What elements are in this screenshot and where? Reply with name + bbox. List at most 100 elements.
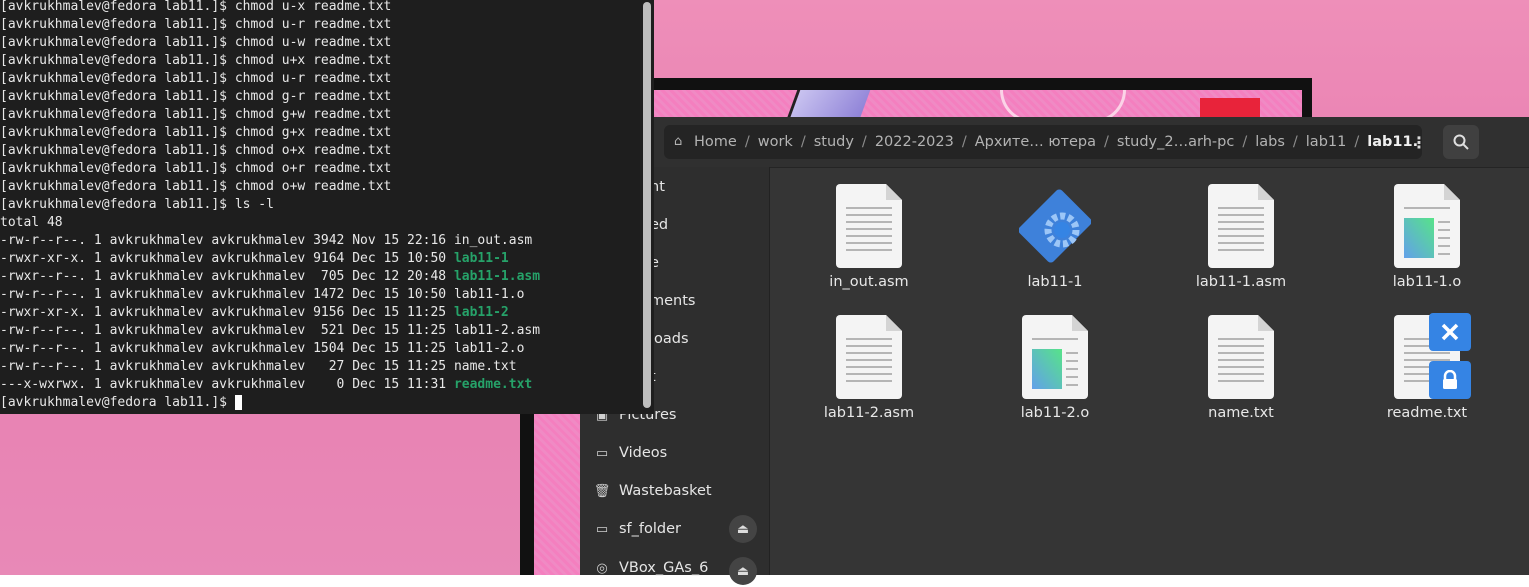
text-file-icon: [1208, 184, 1274, 268]
terminal-command-line: [avkrukhmalev@fedora lab11.]$ chmod o+r …: [0, 160, 540, 178]
listing-row: -rwxr-xr-x. 1 avkrukhmalev avkrukhmalev …: [0, 304, 540, 322]
prompt: [avkrukhmalev@fedora lab11.]$: [0, 89, 235, 104]
listing-filename: lab11-1.asm: [453, 269, 541, 284]
prompt: [avkrukhmalev@fedora lab11.]$: [0, 0, 235, 14]
listing-filename: lab11-1: [453, 251, 509, 266]
breadcrumb-home[interactable]: ⌂ Home: [664, 134, 745, 150]
breadcrumb-repo[interactable]: study_2…arh-pc: [1109, 134, 1242, 150]
listing-filename: lab11-2: [453, 305, 509, 320]
listing-meta: -rw-r--r--. 1 avkrukhmalev avkrukhmalev …: [0, 287, 454, 302]
file-item-lab11-1-o[interactable]: lab11-1.o: [1341, 184, 1491, 304]
listing-row: ---x-wxrwx. 1 avkrukhmalev avkrukhmalev …: [0, 376, 540, 394]
terminal-command-line: [avkrukhmalev@fedora lab11.]$ chmod u-r …: [0, 16, 540, 34]
command: chmod g+x readme.txt: [234, 125, 392, 140]
terminal-command-line: [avkrukhmalev@fedora lab11.]$ chmod g+x …: [0, 124, 540, 142]
command: chmod u+x readme.txt: [234, 53, 392, 68]
command: chmod u-r readme.txt: [234, 71, 392, 86]
terminal-scrollbar[interactable]: [640, 0, 654, 414]
executable-icon: [1019, 189, 1091, 263]
terminal-command-line: [avkrukhmalev@fedora lab11.]$ chmod o+w …: [0, 178, 540, 196]
file-item-lab11-2-asm[interactable]: lab11-2.asm: [783, 315, 933, 435]
lock-emblem-icon: [1429, 361, 1471, 399]
eject-button[interactable]: ⏏: [729, 557, 757, 585]
file-item-lab11-1-asm[interactable]: lab11-1.asm: [1155, 184, 1305, 304]
file-item-readme-txt[interactable]: readme.txt: [1341, 313, 1491, 435]
prompt: [avkrukhmalev@fedora lab11.]$: [0, 179, 235, 194]
text-file-icon: [1208, 315, 1274, 399]
listing-filename: readme.txt: [453, 377, 533, 392]
listing-meta: -rw-r--r--. 1 avkrukhmalev avkrukhmalev …: [0, 323, 454, 338]
breadcrumb-study[interactable]: study: [806, 134, 862, 150]
command: chmod g-r readme.txt: [234, 89, 392, 104]
listing-row: -rw-r--r--. 1 avkrukhmalev avkrukhmalev …: [0, 286, 540, 304]
listing-filename: lab11-1.o: [453, 287, 525, 302]
sidebar-item-label: ments: [650, 293, 696, 309]
terminal-command-line: [avkrukhmalev@fedora lab11.]$ chmod u-w …: [0, 34, 540, 52]
file-name: lab11-2.asm: [823, 405, 915, 421]
file-item-lab11-1[interactable]: lab11-1: [969, 184, 1119, 304]
listing-filename: lab11-2.asm: [453, 323, 541, 338]
file-item-name-txt[interactable]: name.txt: [1155, 315, 1305, 435]
wastebasket-icon: 🗑: [593, 483, 611, 499]
eject-button[interactable]: ⏏: [729, 515, 757, 543]
listing-meta: -rw-r--r--. 1 avkrukhmalev avkrukhmalev …: [0, 233, 454, 248]
listing-row: -rwxr--r--. 1 avkrukhmalev avkrukhmalev …: [0, 268, 540, 286]
search-button[interactable]: [1443, 125, 1479, 159]
command: chmod o+w readme.txt: [234, 179, 392, 194]
text-file-icon: [836, 184, 902, 268]
sidebar-item-sf-folder[interactable]: ▭ sf_folder ⏏: [580, 510, 769, 548]
file-name: name.txt: [1208, 405, 1274, 421]
listing-meta: -rw-r--r--. 1 avkrukhmalev avkrukhmalev …: [0, 359, 454, 374]
file-name: in_out.asm: [829, 274, 909, 290]
prompt: [avkrukhmalev@fedora lab11.]$: [0, 53, 235, 68]
file-name: lab11-1: [1027, 274, 1083, 290]
listing-row: -rw-r--r--. 1 avkrukhmalev avkrukhmalev …: [0, 322, 540, 340]
breadcrumb-lab11[interactable]: lab11: [1298, 134, 1355, 150]
terminal-window[interactable]: [avkrukhmalev@fedora lab11.]$ chmod u-x …: [0, 0, 654, 414]
file-name: readme.txt: [1386, 405, 1468, 421]
wallpaper-red-mark: [1200, 98, 1260, 118]
terminal-command-line: [avkrukhmalev@fedora lab11.]$ chmod u+x …: [0, 52, 540, 70]
breadcrumb-course[interactable]: Архите… ютера: [967, 134, 1104, 150]
search-icon: [1453, 134, 1469, 150]
listing-meta: -rwxr-xr-x. 1 avkrukhmalev avkrukhmalev …: [0, 305, 454, 320]
folder-menu-button[interactable]: ⋮: [1406, 125, 1432, 159]
disc-icon: ◎: [596, 560, 608, 576]
text-cursor: [234, 395, 242, 410]
terminal-command-line: [avkrukhmalev@fedora lab11.]$ ls -l: [0, 196, 540, 214]
sidebar-item-vbox[interactable]: ◎ VBox_GAs_6 ⏏: [580, 548, 769, 587]
terminal-output: [avkrukhmalev@fedora lab11.]$ chmod u-x …: [0, 0, 540, 412]
breadcrumb-labs[interactable]: labs: [1247, 134, 1293, 150]
files-window: ⌂ Home / work / study / 2022-2023 / Архи…: [580, 117, 1529, 585]
listing-row: -rwxr-xr-x. 1 avkrukhmalev avkrukhmalev …: [0, 250, 540, 268]
command: chmod u-r readme.txt: [234, 17, 392, 32]
home-icon: ⌂: [674, 134, 683, 149]
object-file-icon: [1022, 315, 1088, 399]
scrollbar-thumb[interactable]: [643, 2, 651, 408]
path-bar[interactable]: ⌂ Home / work / study / 2022-2023 / Архи…: [664, 125, 1422, 159]
command: chmod g+w readme.txt: [234, 107, 392, 122]
file-name: lab11-2.o: [1020, 405, 1090, 421]
prompt: [avkrukhmalev@fedora lab11.]$: [0, 71, 235, 86]
breadcrumb-year[interactable]: 2022-2023: [867, 134, 962, 150]
sidebar-item-wastebasket[interactable]: 🗑 Wastebasket: [580, 472, 769, 510]
sidebar-item-videos[interactable]: ▭ Videos: [580, 434, 769, 472]
breadcrumb-work[interactable]: work: [750, 134, 801, 150]
terminal-prompt-line: [avkrukhmalev@fedora lab11.]$: [0, 394, 540, 412]
sidebar-item-label: sf_folder: [619, 521, 682, 537]
command: chmod o+x readme.txt: [234, 143, 392, 158]
terminal-total-line: total 48: [0, 215, 63, 230]
file-item-in-out-asm[interactable]: in_out.asm: [783, 184, 933, 304]
command: chmod u-x readme.txt: [234, 0, 392, 14]
listing-filename: in_out.asm: [453, 233, 533, 248]
listing-filename: name.txt: [453, 359, 517, 374]
listing-meta: -rw-r--r--. 1 avkrukhmalev avkrukhmalev …: [0, 341, 454, 356]
prompt: [avkrukhmalev@fedora lab11.]$: [0, 125, 235, 140]
unreadable-emblem-icon: [1429, 313, 1471, 351]
file-name: lab11-1.o: [1392, 274, 1462, 290]
terminal-command-line: [avkrukhmalev@fedora lab11.]$ chmod g-r …: [0, 88, 540, 106]
command: chmod u-w readme.txt: [234, 35, 392, 50]
files-headerbar: ⌂ Home / work / study / 2022-2023 / Архи…: [580, 117, 1529, 168]
eject-icon: ⏏: [736, 521, 750, 537]
file-item-lab11-2-o[interactable]: lab11-2.o: [969, 315, 1119, 435]
